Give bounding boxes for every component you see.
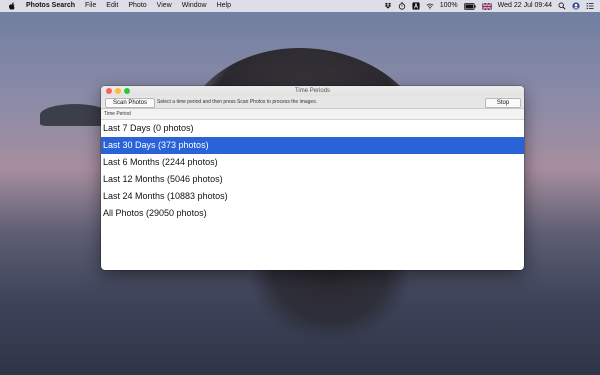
menu-edit[interactable]: Edit — [106, 0, 118, 12]
menu-app-name[interactable]: Photos Search — [26, 0, 75, 12]
text-input-icon[interactable] — [412, 2, 420, 10]
timer-icon[interactable] — [398, 2, 406, 10]
dropbox-icon[interactable] — [384, 2, 392, 10]
scan-photos-button[interactable]: Scan Photos — [105, 98, 155, 108]
battery-icon[interactable] — [463, 2, 476, 10]
menu-bar: Photos Search File Edit Photo View Windo… — [0, 0, 600, 12]
time-period-list: Last 7 Days (0 photos) Last 30 Days (373 … — [101, 120, 524, 222]
menu-photo[interactable]: Photo — [128, 0, 146, 12]
notification-center-icon[interactable] — [586, 2, 594, 10]
user-account-icon[interactable] — [572, 2, 580, 10]
battery-percentage: 100% — [439, 2, 458, 9]
wifi-icon[interactable] — [426, 2, 434, 10]
window-titlebar[interactable]: Time Periods — [101, 86, 524, 96]
menu-window[interactable]: Window — [182, 0, 207, 12]
instruction-text: Select a time period and then press Scan… — [157, 99, 318, 105]
apple-menu-icon[interactable] — [8, 2, 16, 10]
time-period-row[interactable]: Last 6 Months (2244 photos) — [101, 154, 524, 171]
time-periods-window: Time Periods Scan Photos Select a time p… — [101, 86, 524, 270]
window-toolbar: Scan Photos Select a time period and the… — [101, 96, 524, 109]
window-title: Time Periods — [294, 88, 331, 94]
time-period-column-header[interactable]: Time Period — [101, 109, 524, 120]
stop-button[interactable]: Stop — [485, 98, 521, 108]
time-period-row[interactable]: Last 24 Months (10883 photos) — [101, 188, 524, 205]
keyboard-flag-icon[interactable] — [481, 2, 492, 10]
status-area: 100% Wed 22 Jul 09:44 — [378, 0, 594, 12]
spotlight-search-icon[interactable] — [558, 2, 566, 10]
column-header-label: Time Period — [104, 111, 131, 117]
time-period-row[interactable]: All Photos (29050 photos) — [101, 205, 524, 222]
menu-view[interactable]: View — [157, 0, 172, 12]
menu-help[interactable]: Help — [217, 0, 231, 12]
time-period-row[interactable]: Last 7 Days (0 photos) — [101, 120, 524, 137]
desktop-rock — [40, 104, 110, 126]
time-period-row[interactable]: Last 30 Days (373 photos) — [101, 137, 524, 154]
clock[interactable]: Wed 22 Jul 09:44 — [498, 0, 552, 12]
time-period-row[interactable]: Last 12 Months (5046 photos) — [101, 171, 524, 188]
menu-file[interactable]: File — [85, 0, 96, 12]
